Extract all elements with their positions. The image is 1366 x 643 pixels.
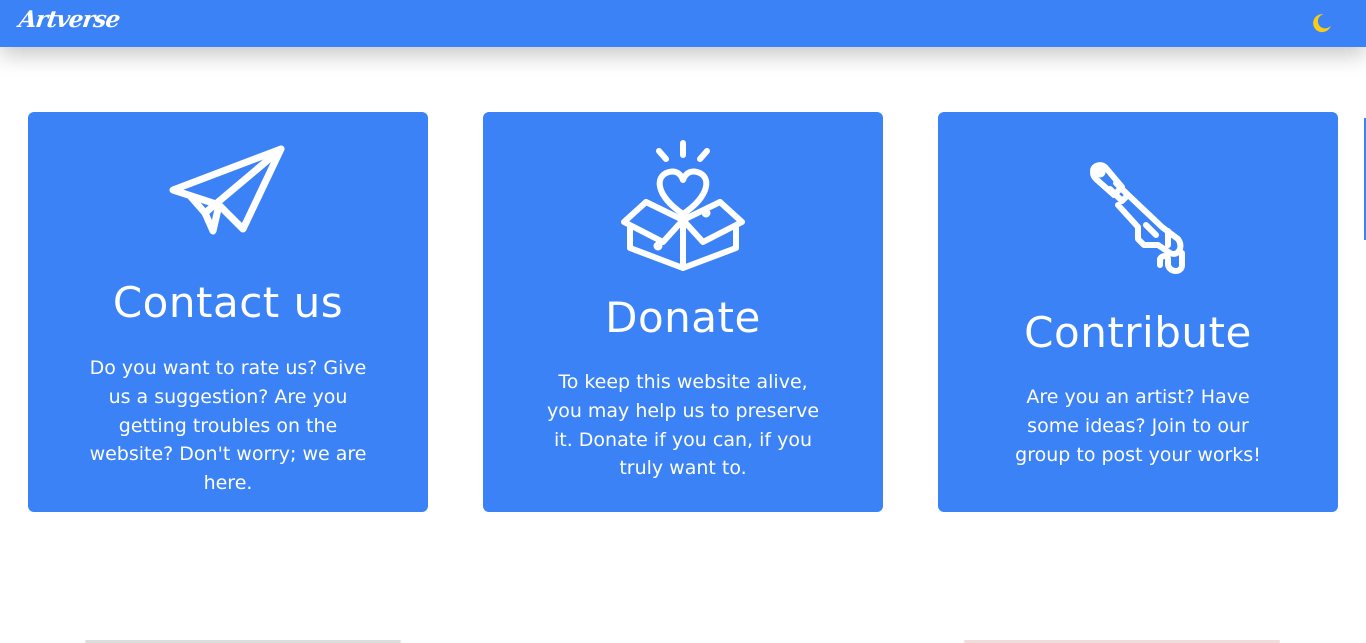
contribute-card[interactable]: Contribute Are you an artist? Have some … [938, 112, 1338, 512]
contact-description: Do you want to rate us? Give us a sugges… [89, 357, 367, 495]
donate-description: To keep this website alive, you may help… [546, 371, 820, 480]
donate-card[interactable]: Donate To keep this website alive, you m… [483, 112, 883, 512]
paper-plane-icon [169, 145, 287, 235]
contact-card[interactable]: Contact us Do you want to rate us? Give … [28, 112, 428, 512]
brand-logo[interactable]: Artverse [17, 6, 121, 33]
contribute-title: Contribute [1024, 308, 1252, 357]
paint-brush-icon [1088, 161, 1188, 277]
moon-icon-svg [1313, 14, 1331, 33]
contribute-description: Are you an artist? Have some ideas? Join… [1015, 386, 1261, 466]
moon-icon[interactable] [1311, 12, 1333, 34]
donate-title: Donate [605, 293, 761, 342]
navbar: Artverse [0, 0, 1366, 47]
heart-box-icon [616, 138, 750, 272]
contact-title: Contact us [112, 278, 344, 327]
